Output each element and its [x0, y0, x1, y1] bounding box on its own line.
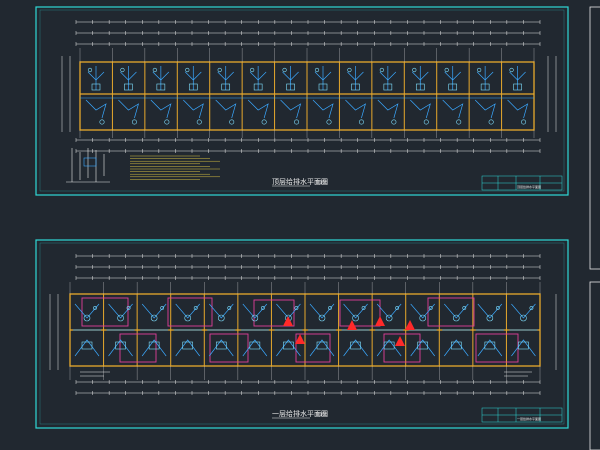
title-block-text: 一层给排水平面图	[517, 416, 541, 421]
cad-drawing-canvas[interactable]: 顶层给排水平面图 1:100 顶层给排水平面图 一层给排水平面图 1:100 一…	[0, 0, 600, 450]
sheet-scale: 1:100	[316, 412, 328, 417]
sheet-scale: 1:100	[316, 180, 328, 185]
title-block-text: 顶层给排水平面图	[517, 184, 541, 189]
canvas-background	[0, 0, 600, 450]
